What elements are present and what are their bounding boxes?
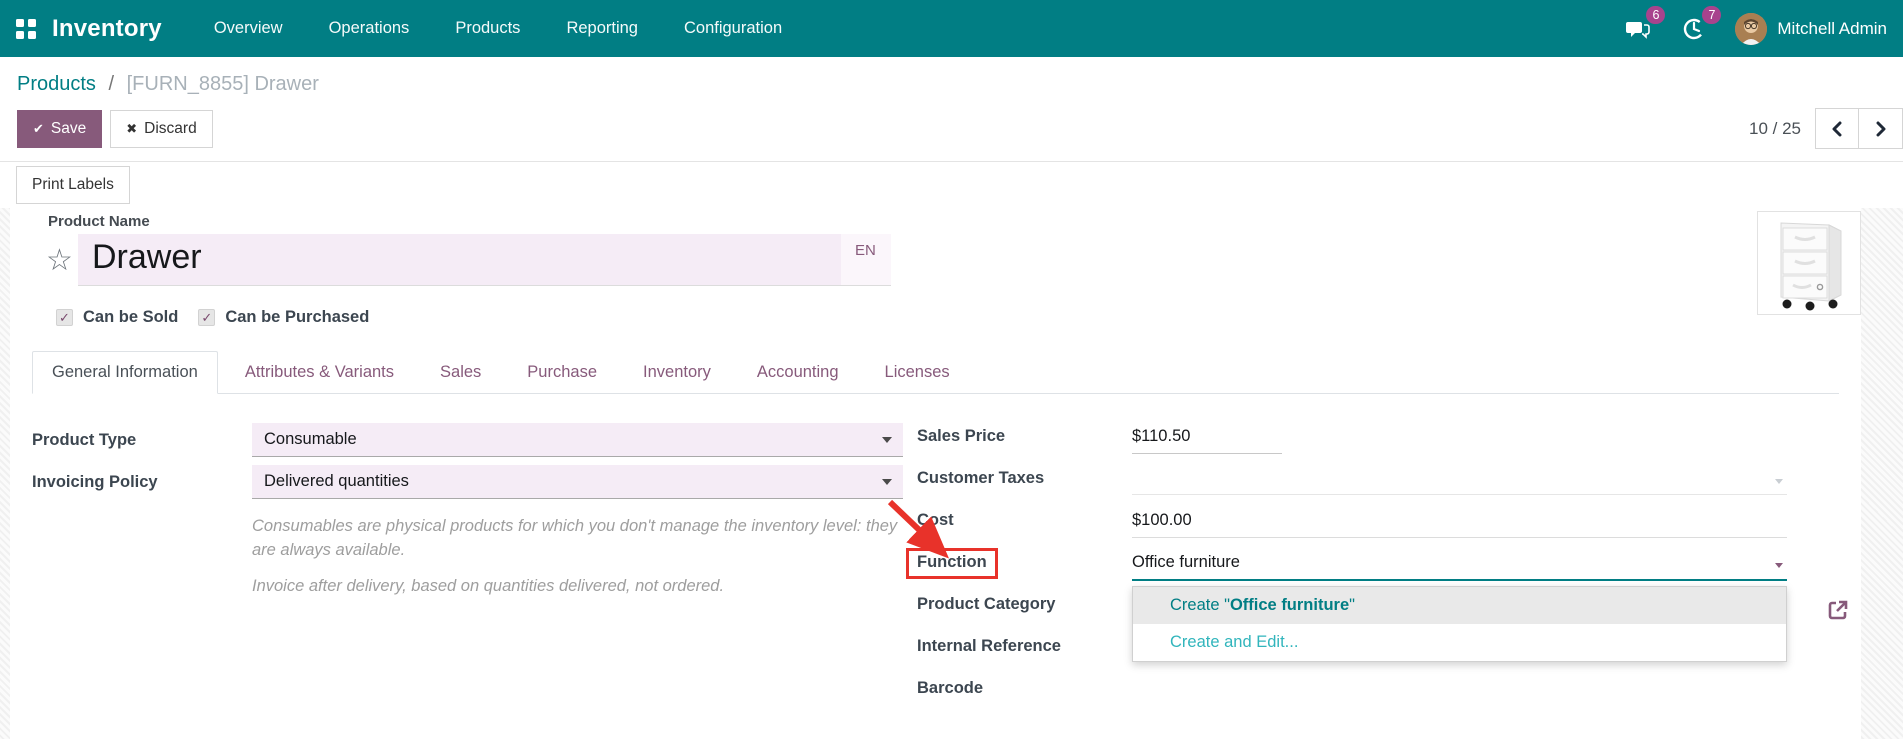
dropdown-create-and-edit-option[interactable]: Create and Edit... — [1133, 624, 1786, 661]
sales-price-input[interactable]: $110.50 — [1132, 427, 1282, 454]
invoicing-policy-select[interactable]: Delivered quantities — [252, 465, 903, 499]
chevron-down-icon — [1775, 479, 1783, 484]
customer-taxes-input[interactable] — [1132, 469, 1787, 495]
can-be-sold-label: Can be Sold — [83, 308, 178, 327]
nav-item-products[interactable]: Products — [455, 19, 520, 38]
product-type-label: Product Type — [32, 431, 252, 450]
product-name-label: Product Name — [48, 213, 1839, 230]
product-name-input[interactable]: Drawer — [78, 234, 841, 285]
notebook-tabs: General Information Attributes & Variant… — [32, 351, 1839, 394]
messages-badge: 6 — [1646, 6, 1665, 25]
inventory-product-form-page: Inventory Overview Operations Products R… — [0, 0, 1903, 739]
chevron-down-icon — [882, 437, 892, 443]
tab-licenses[interactable]: Licenses — [866, 352, 969, 393]
pager-next-button[interactable] — [1859, 108, 1903, 149]
sales-price-label: Sales Price — [917, 423, 1132, 446]
product-image[interactable] — [1757, 211, 1861, 315]
function-input[interactable]: Office furniture — [1132, 553, 1787, 581]
product-type-select[interactable]: Consumable — [252, 423, 903, 457]
pager: 10 / 25 — [1749, 108, 1903, 149]
apps-menu-icon[interactable] — [16, 19, 36, 39]
invoicing-policy-label: Invoicing Policy — [32, 473, 252, 492]
breadcrumb-separator: / — [109, 73, 115, 95]
sheet-background: Product Name ☆ Drawer EN ✓ Can be Sold ✓… — [0, 208, 1903, 739]
chevron-down-icon — [1775, 563, 1783, 568]
activities-badge: 7 — [1702, 6, 1721, 25]
tab-accounting[interactable]: Accounting — [738, 352, 858, 393]
customer-taxes-label: Customer Taxes — [917, 465, 1132, 488]
pager-value: 10 / 25 — [1749, 119, 1801, 139]
function-external-link-button[interactable] — [1826, 598, 1850, 622]
function-autocomplete-dropdown: Create "Office furniture" Create and Edi… — [1132, 586, 1787, 662]
chevron-right-icon — [1874, 121, 1888, 137]
language-badge[interactable]: EN — [841, 234, 891, 285]
user-name: Mitchell Admin — [1777, 19, 1887, 39]
form-sheet: Product Name ☆ Drawer EN ✓ Can be Sold ✓… — [10, 208, 1861, 739]
messages-button[interactable]: 6 — [1623, 14, 1653, 44]
internal-reference-label: Internal Reference — [917, 633, 1132, 656]
can-be-purchased-checkbox[interactable]: ✓ Can be Purchased — [198, 308, 369, 327]
invoicing-help-text: Invoice after delivery, based on quantit… — [252, 575, 914, 599]
breadcrumb-products-link[interactable]: Products — [17, 73, 96, 95]
app-name[interactable]: Inventory — [52, 15, 162, 43]
avatar — [1735, 13, 1767, 45]
cross-icon: ✖ — [126, 121, 137, 136]
cost-label: Cost — [917, 507, 1132, 530]
function-label-red-highlight: Function — [906, 548, 998, 579]
cost-input[interactable]: $100.00 — [1132, 511, 1787, 538]
nav-menu: Overview Operations Products Reporting C… — [214, 19, 782, 38]
tab-general-information[interactable]: General Information — [32, 351, 218, 394]
chat-bubbles-icon — [1626, 18, 1650, 40]
print-labels-button[interactable]: Print Labels — [16, 166, 130, 204]
nav-item-overview[interactable]: Overview — [214, 19, 283, 38]
dropdown-create-option[interactable]: Create "Office furniture" — [1133, 587, 1786, 624]
breadcrumb: Products / [FURN_8855] Drawer — [0, 57, 1903, 96]
can-be-sold-checkbox[interactable]: ✓ Can be Sold — [56, 308, 178, 327]
can-be-purchased-label: Can be Purchased — [225, 308, 369, 327]
favorite-star-icon[interactable]: ☆ — [32, 243, 78, 278]
tab-inventory[interactable]: Inventory — [624, 352, 730, 393]
tab-attributes-variants[interactable]: Attributes & Variants — [226, 352, 413, 393]
chevron-down-icon — [882, 479, 892, 485]
save-button[interactable]: ✔Save — [17, 110, 102, 148]
chevron-left-icon — [1830, 121, 1844, 137]
nav-item-operations[interactable]: Operations — [329, 19, 410, 38]
nav-item-configuration[interactable]: Configuration — [684, 19, 782, 38]
nav-item-reporting[interactable]: Reporting — [566, 19, 638, 38]
breadcrumb-current: [FURN_8855] Drawer — [127, 73, 319, 95]
product-category-label: Product Category — [917, 591, 1132, 614]
discard-button[interactable]: ✖Discard — [110, 110, 212, 148]
user-menu[interactable]: Mitchell Admin — [1735, 13, 1887, 45]
checkbox-check-icon: ✓ — [198, 309, 215, 326]
check-icon: ✔ — [33, 121, 44, 136]
activities-button[interactable]: 7 — [1679, 14, 1709, 44]
external-link-icon — [1826, 598, 1850, 622]
drawer-cabinet-image — [1763, 215, 1855, 311]
function-label: Function — [917, 553, 987, 571]
pager-previous-button[interactable] — [1815, 108, 1859, 149]
tab-sales[interactable]: Sales — [421, 352, 500, 393]
consumable-help-text: Consumables are physical products for wh… — [252, 515, 914, 563]
checkbox-check-icon: ✓ — [56, 309, 73, 326]
barcode-label: Barcode — [917, 675, 1132, 698]
tab-purchase[interactable]: Purchase — [508, 352, 616, 393]
top-nav: Inventory Overview Operations Products R… — [0, 0, 1903, 57]
